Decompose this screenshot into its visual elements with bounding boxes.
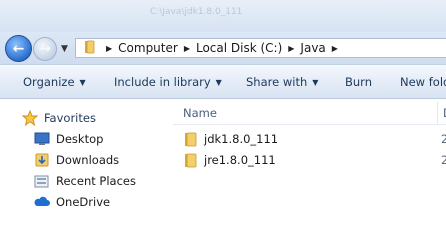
organize-button[interactable]: Organize ▼ — [23, 75, 86, 89]
navigation-pane: Favorites Desktop Downloads Recent Place… — [0, 99, 171, 224]
nav-item-recent-places[interactable]: Recent Places — [34, 172, 136, 190]
column-divider[interactable] — [437, 102, 438, 124]
nav-item-label: Desktop — [56, 132, 104, 146]
share-with-label: Share with — [246, 75, 308, 89]
command-bar: Organize ▼ Include in library ▼ Share with… — [0, 64, 446, 99]
nav-item-downloads[interactable]: Downloads — [34, 151, 119, 169]
file-date: 2 — [441, 132, 446, 146]
back-button[interactable]: ← — [5, 35, 32, 62]
onedrive-cloud-icon — [34, 196, 50, 208]
new-folder-button[interactable]: New folder — [400, 75, 446, 89]
new-folder-label: New folder — [400, 75, 446, 89]
nav-item-label: Recent Places — [56, 174, 136, 188]
folder-icon — [183, 153, 198, 168]
breadcrumb-java[interactable]: Java — [300, 41, 325, 55]
share-with-button[interactable]: Share with ▼ — [246, 75, 318, 89]
file-list: Name D jdk1.8.0_111 2 jre1.8.0_111 2 — [171, 99, 446, 224]
chevron-down-icon: ▼ — [312, 78, 319, 87]
forward-arrow-icon: → — [39, 41, 51, 57]
burn-label: Burn — [345, 75, 372, 89]
burn-button[interactable]: Burn — [345, 75, 372, 89]
file-date: 2 — [441, 153, 446, 167]
include-in-library-button[interactable]: Include in library ▼ — [114, 75, 222, 89]
recent-pages-dropdown-icon[interactable]: ▼ — [61, 44, 68, 54]
file-row[interactable]: jre1.8.0_111 2 — [183, 150, 446, 170]
address-bar[interactable]: ▶ Computer ▶ Local Disk (C:) ▶ Java ▶ — [75, 38, 446, 58]
nav-item-label: OneDrive — [56, 195, 111, 209]
nav-item-onedrive[interactable]: OneDrive — [34, 193, 110, 211]
column-header-row: Name D — [173, 102, 446, 125]
nav-item-label: Downloads — [56, 153, 120, 167]
breadcrumb-separator-icon[interactable]: ▶ — [106, 44, 112, 53]
title-bar: C:\Java\jdk1.8.0_111 — [0, 0, 446, 32]
window-title: C:\Java\jdk1.8.0_111 — [150, 7, 243, 17]
include-in-library-label: Include in library — [114, 75, 211, 89]
favorites-header[interactable]: Favorites — [22, 109, 96, 127]
chevron-down-icon: ▼ — [215, 78, 222, 87]
folder-icon — [82, 40, 96, 57]
breadcrumb-separator-icon[interactable]: ▶ — [184, 44, 190, 53]
file-name: jdk1.8.0_111 — [204, 132, 279, 146]
file-row[interactable]: jdk1.8.0_111 2 — [183, 129, 446, 149]
back-arrow-icon: ← — [12, 40, 25, 57]
star-icon — [22, 110, 38, 126]
favorites-label: Favorites — [44, 111, 96, 125]
downloads-icon — [34, 152, 50, 168]
nav-item-desktop[interactable]: Desktop — [34, 130, 103, 148]
chevron-down-icon: ▼ — [79, 78, 86, 87]
column-header-name[interactable]: Name — [183, 106, 217, 120]
forward-button[interactable]: → — [33, 37, 57, 61]
breadcrumb-local-disk[interactable]: Local Disk (C:) — [196, 41, 282, 55]
breadcrumb-separator-icon[interactable]: ▶ — [288, 44, 294, 53]
file-name: jre1.8.0_111 — [204, 153, 276, 167]
desktop-icon — [34, 132, 50, 146]
breadcrumb-separator-icon[interactable]: ▶ — [332, 44, 338, 53]
folder-icon — [183, 132, 198, 147]
organize-label: Organize — [23, 75, 75, 89]
breadcrumb-computer[interactable]: Computer — [118, 41, 178, 55]
navigation-bar: ← → ▼ ▶ Computer ▶ Local Disk (C:) ▶ Jav… — [0, 32, 446, 64]
recent-places-icon — [34, 173, 50, 189]
